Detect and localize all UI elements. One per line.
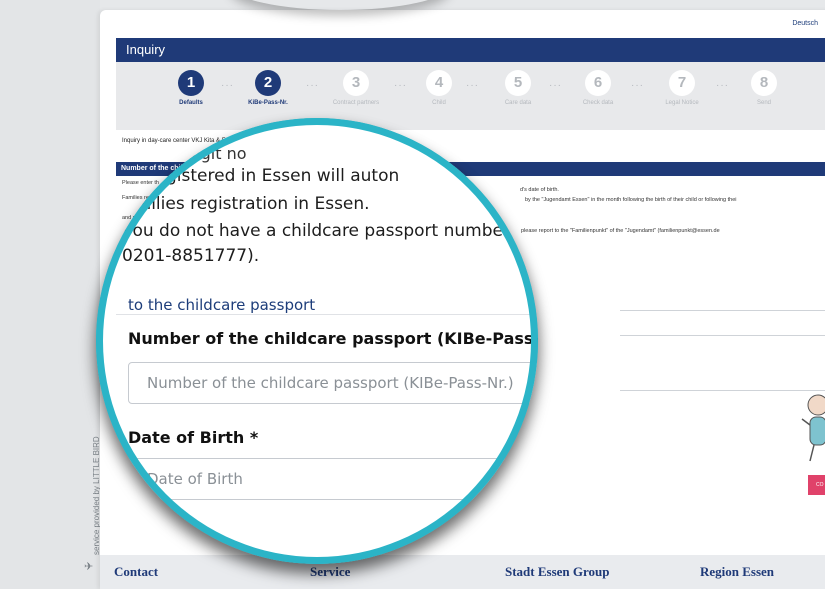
step-6: 6 Check data — [568, 70, 628, 106]
step-4: 4 Child — [409, 70, 469, 106]
step-separator: ··· — [466, 80, 479, 91]
step-separator: ··· — [306, 80, 319, 91]
step-separator: ··· — [631, 80, 644, 91]
step-separator: ··· — [549, 80, 562, 91]
footer-stadt-essen-group[interactable]: Stadt Essen Group — [505, 564, 610, 580]
step-separator: ··· — [716, 80, 729, 91]
step-number: 6 — [585, 70, 611, 96]
input-underline — [620, 390, 825, 391]
mascot-illustration — [801, 394, 825, 462]
step-2[interactable]: 2 KiBe-Pass-Nr. — [238, 70, 298, 106]
input-underline — [620, 335, 825, 336]
step-1[interactable]: 1 Defaults — [161, 70, 221, 106]
step-5: 5 Care data — [488, 70, 548, 106]
step-number: 5 — [505, 70, 531, 96]
step-label: Legal Notice — [665, 100, 699, 106]
footer-region-essen[interactable]: Region Essen — [700, 564, 774, 580]
step-label: Child — [432, 100, 446, 106]
step-number: 3 — [343, 70, 369, 96]
step-number: 8 — [751, 70, 777, 96]
step-label: Contract partners — [332, 100, 380, 106]
step-label: KiBe-Pass-Nr. — [248, 100, 288, 106]
step-label: Defaults — [179, 100, 203, 106]
step-label: Check data — [582, 100, 614, 106]
step-separator: ··· — [394, 80, 407, 91]
step-label: Send — [756, 100, 771, 106]
step-7: 7 Legal Notice — [652, 70, 712, 106]
input-underline — [620, 310, 825, 311]
screenshot-stage: service provided by LITTLE BIRD ✈ Deutsc… — [0, 0, 825, 589]
little-bird-icon: ✈ — [84, 561, 94, 573]
step-separator: ··· — [221, 80, 234, 91]
language-switch[interactable]: Deutsch — [792, 20, 818, 27]
magnifier-ring — [96, 118, 538, 564]
step-3: 3 Contract partners — [326, 70, 386, 106]
step-number: 7 — [669, 70, 695, 96]
continue-button[interactable]: CO — [808, 475, 825, 495]
step-number: 1 — [178, 70, 204, 96]
inquiry-title: Inquiry — [116, 38, 825, 62]
step-8: 8 Send — [734, 70, 794, 106]
service-badge[interactable]: service provided by LITTLE BIRD — [74, 340, 101, 589]
lens-edge-shadow — [230, 0, 450, 10]
footer-contact[interactable]: Contact — [114, 564, 158, 580]
step-number: 4 — [426, 70, 452, 96]
step-number: 2 — [255, 70, 281, 96]
footer-service[interactable]: Service — [310, 564, 350, 580]
info-text: please report to the "Familienpunkt" of … — [521, 228, 720, 234]
info-text: by the "Jugendamt Essen" in the month fo… — [525, 197, 737, 203]
step-label: Care data — [504, 100, 532, 106]
